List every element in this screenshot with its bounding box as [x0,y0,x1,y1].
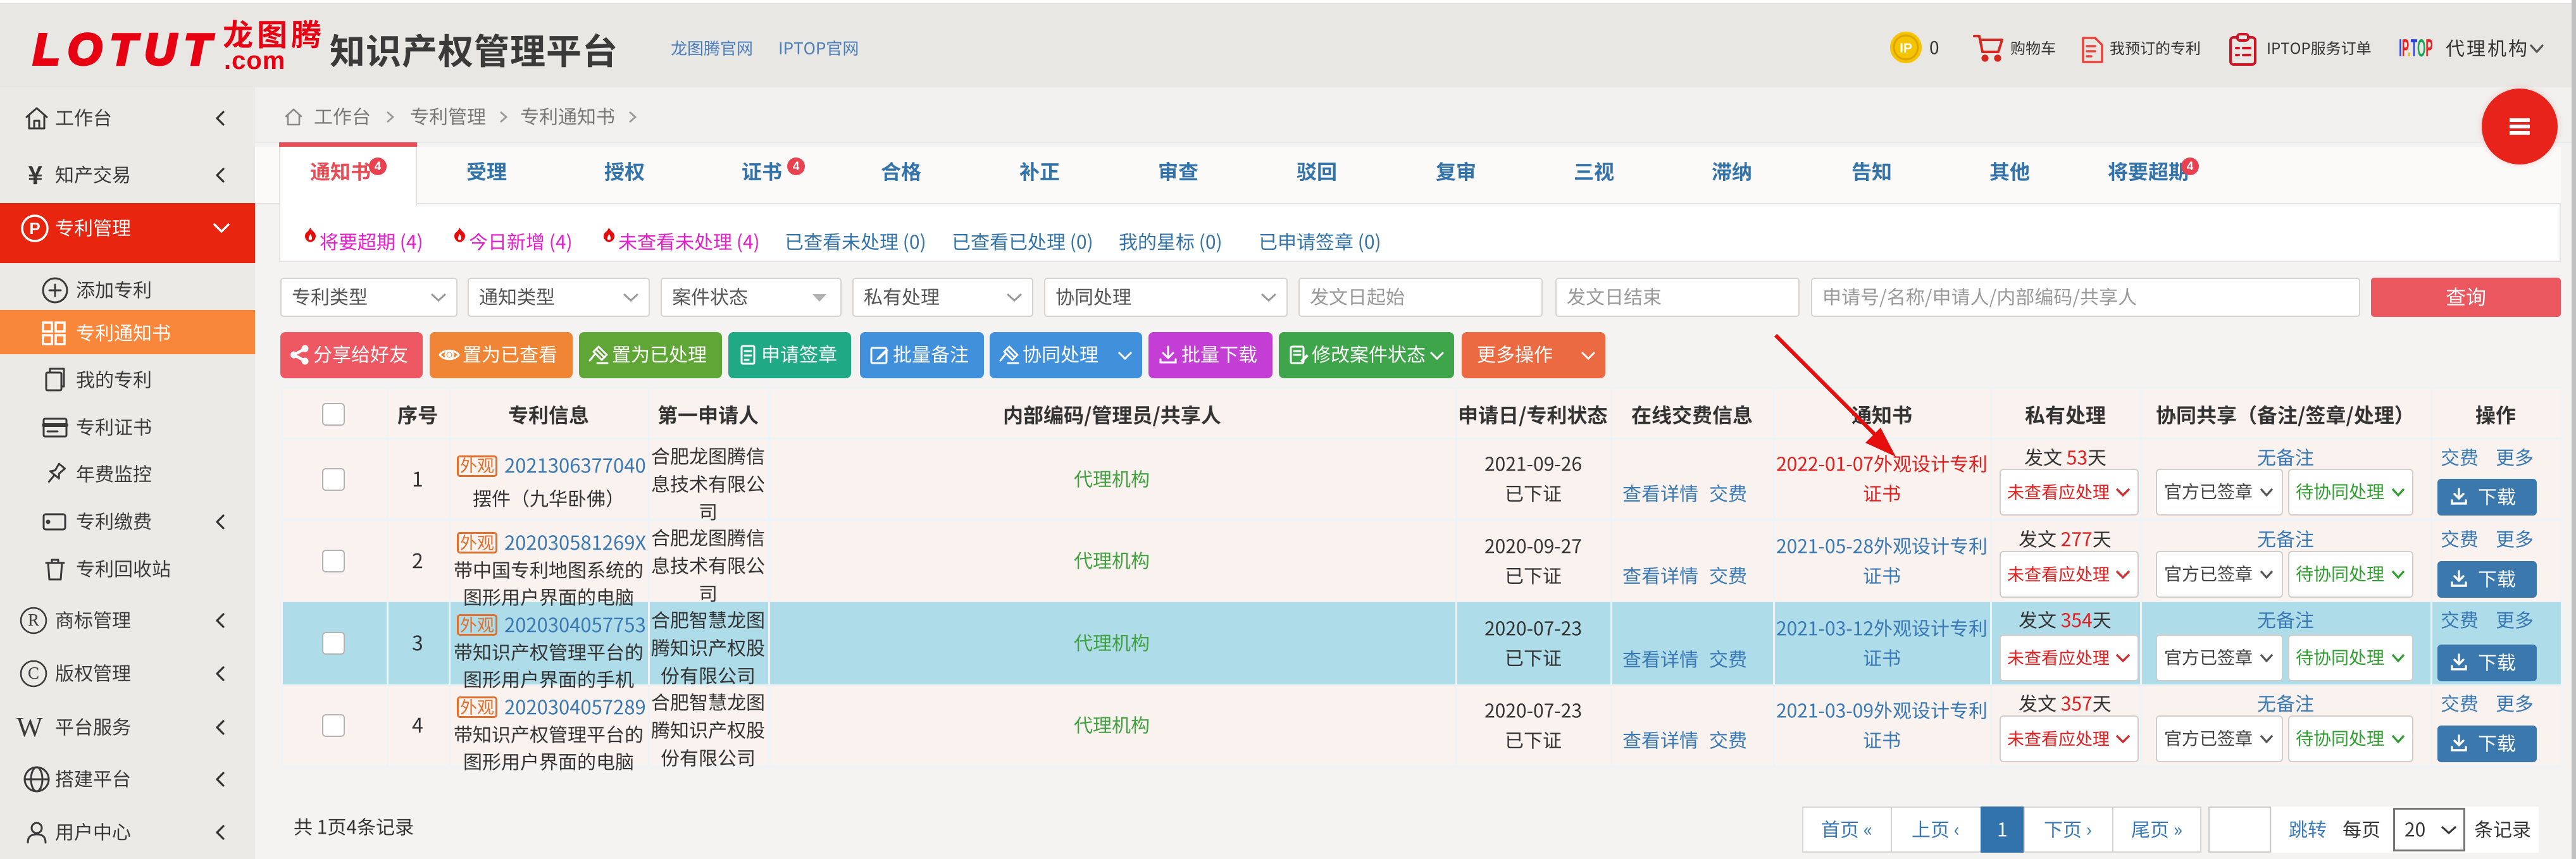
svg-text:C: C [28,664,39,683]
svg-text:4: 4 [375,160,382,173]
svg-text:IP: IP [1900,41,1912,56]
svg-text:4: 4 [793,160,800,173]
svg-text:R: R [28,610,39,629]
svg-text:P: P [29,219,40,238]
svg-text:4: 4 [2187,160,2194,173]
